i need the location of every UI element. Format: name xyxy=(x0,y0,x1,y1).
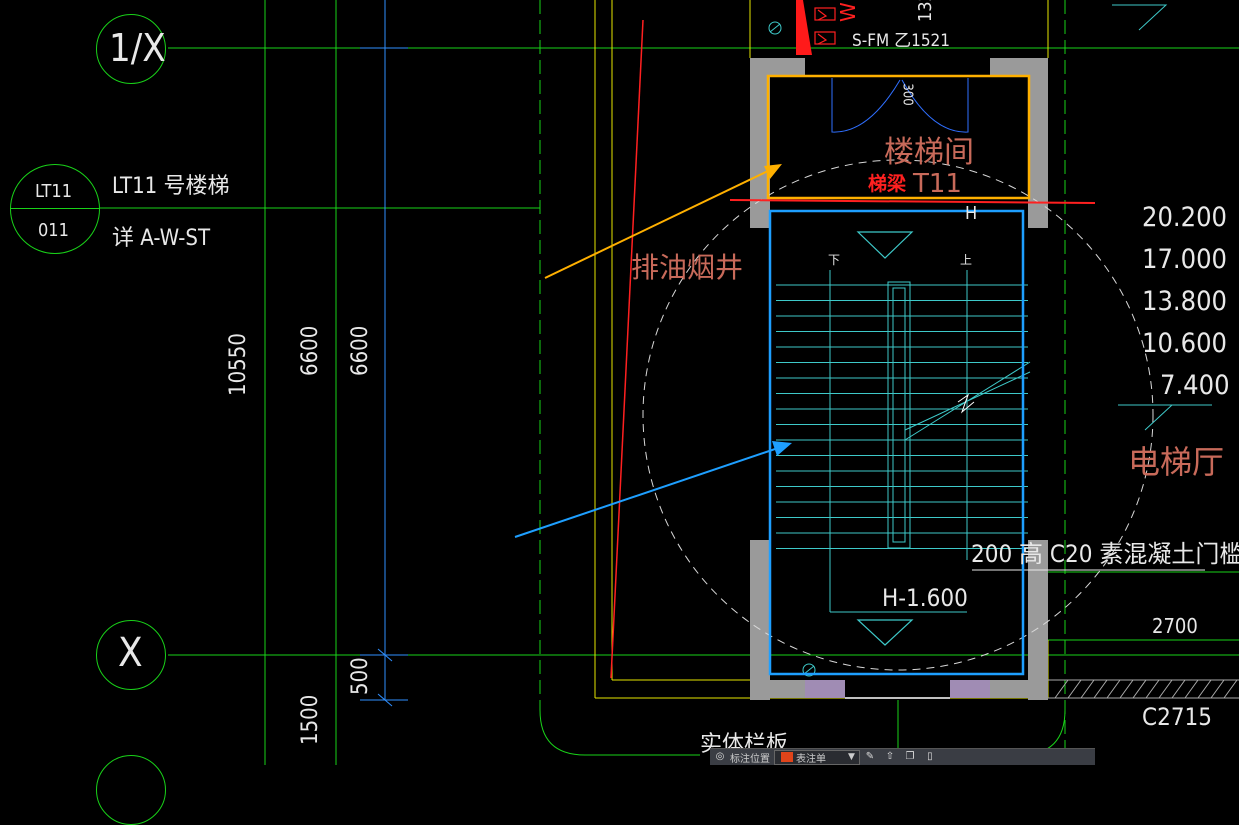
door-dim: 300 xyxy=(899,83,915,106)
door-tag: S-FM 乙1521 xyxy=(852,31,950,51)
dim-2700: 2700 xyxy=(1152,614,1198,638)
dim-total: 10550 xyxy=(226,333,251,396)
red-fill-marker xyxy=(796,0,812,55)
axis-label-bottom: X xyxy=(118,630,143,676)
top-cut-text: W xyxy=(836,2,860,22)
landing-h: H xyxy=(965,203,978,224)
chevron-down-icon: ▼ xyxy=(848,752,855,762)
threshold-note: 200 高 C20 素混凝土门槛 xyxy=(971,540,1239,568)
shaft-diagonal xyxy=(610,19,644,679)
wall-outlines xyxy=(594,0,1049,699)
layer-copy-icon[interactable]: ❐ xyxy=(903,751,917,763)
layer-color-swatch xyxy=(781,752,793,762)
blue-arrow xyxy=(514,441,792,538)
layer-dropdown[interactable]: 表注单 ▼ xyxy=(774,749,860,765)
dir-down: 下 xyxy=(828,253,841,267)
section-markers xyxy=(814,7,836,45)
misc-marks xyxy=(768,21,816,677)
cad-status-toolbar: ◎ 标注位置 表注单 ▼ ✎ ⇧ ❐ ▯ xyxy=(710,748,1095,765)
layer-tool-icon[interactable]: ✎ xyxy=(863,751,877,763)
dim-a: 6600 xyxy=(298,325,323,376)
stair-title: LT11 号楼梯 xyxy=(112,174,230,199)
beam-code: T11 xyxy=(913,169,962,199)
landing-level: H-1.600 xyxy=(882,584,968,612)
axis-bubble-partial xyxy=(96,755,166,825)
stair-detail: 详 A-W-ST xyxy=(112,226,211,251)
stair-room-label: 楼梯间 xyxy=(884,135,974,170)
elevation-1: 20.200 xyxy=(1142,202,1227,233)
beam-tag: 梯梁 xyxy=(868,173,907,195)
cad-drawing-canvas[interactable] xyxy=(0,0,1239,765)
layer-up-icon[interactable]: ⇧ xyxy=(883,751,897,763)
toolbar-item-label[interactable]: 标注位置 xyxy=(730,750,770,765)
axis-label-top: 1/X xyxy=(109,26,166,70)
binoculars-icon[interactable]: ◎ xyxy=(713,751,727,763)
dim-b: 6600 xyxy=(348,325,373,376)
elevation-3: 13.800 xyxy=(1142,286,1227,317)
hatch-pattern xyxy=(1048,679,1239,699)
grid-lines xyxy=(100,0,1239,765)
dim-d: 1500 xyxy=(298,694,323,745)
dir-up: 上 xyxy=(960,253,973,267)
lobby-label: 电梯厅 xyxy=(1128,443,1225,481)
top-cut-num: 1320 xyxy=(915,0,936,22)
layer-delete-icon[interactable]: ▯ xyxy=(923,751,937,763)
window-tag: C2715 xyxy=(1142,703,1213,731)
wall-purple-fills xyxy=(805,680,990,698)
elevation-5: 7.400 xyxy=(1160,370,1230,401)
dim-c: 500 xyxy=(348,657,373,695)
stair-steps xyxy=(776,284,1028,549)
layer-name: 表注单 xyxy=(796,753,826,765)
shaft-label: 排油烟井 xyxy=(631,251,744,284)
elevation-2: 17.000 xyxy=(1142,244,1227,275)
stair-symbol-divider xyxy=(10,208,100,209)
elevation-4: 10.600 xyxy=(1142,328,1227,359)
stair-symbol-bottom: 011 xyxy=(38,220,69,241)
stair-symbol-top: LT11 xyxy=(35,181,73,202)
